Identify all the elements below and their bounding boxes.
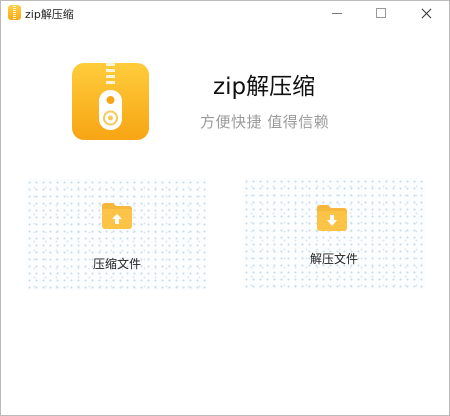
extract-file-card[interactable]: 解压文件 [243, 178, 425, 289]
close-button[interactable] [404, 1, 448, 25]
slogan: 方便快捷 值得信赖 [200, 113, 330, 131]
folder-upload-icon [102, 203, 132, 229]
app-small-icon [8, 5, 21, 20]
extract-file-label: 解压文件 [309, 252, 358, 266]
maximize-button[interactable] [359, 1, 403, 25]
maximize-icon [376, 8, 386, 18]
app-name: zip解压缩 [213, 74, 316, 100]
minimize-icon [332, 12, 342, 14]
window-title: zip解压缩 [25, 8, 74, 21]
compress-file-label: 压缩文件 [92, 257, 141, 271]
title-bar[interactable]: zip解压缩 [1, 1, 449, 25]
zipper-file-icon [72, 63, 149, 140]
folder-download-icon [317, 205, 347, 231]
close-icon [421, 8, 432, 19]
compress-file-card[interactable]: 压缩文件 [26, 179, 208, 290]
minimize-button[interactable] [315, 1, 359, 25]
app-window: zip解压缩 zip解压缩 方便快捷 值得信赖 压缩文件 解压文件 [0, 0, 450, 416]
